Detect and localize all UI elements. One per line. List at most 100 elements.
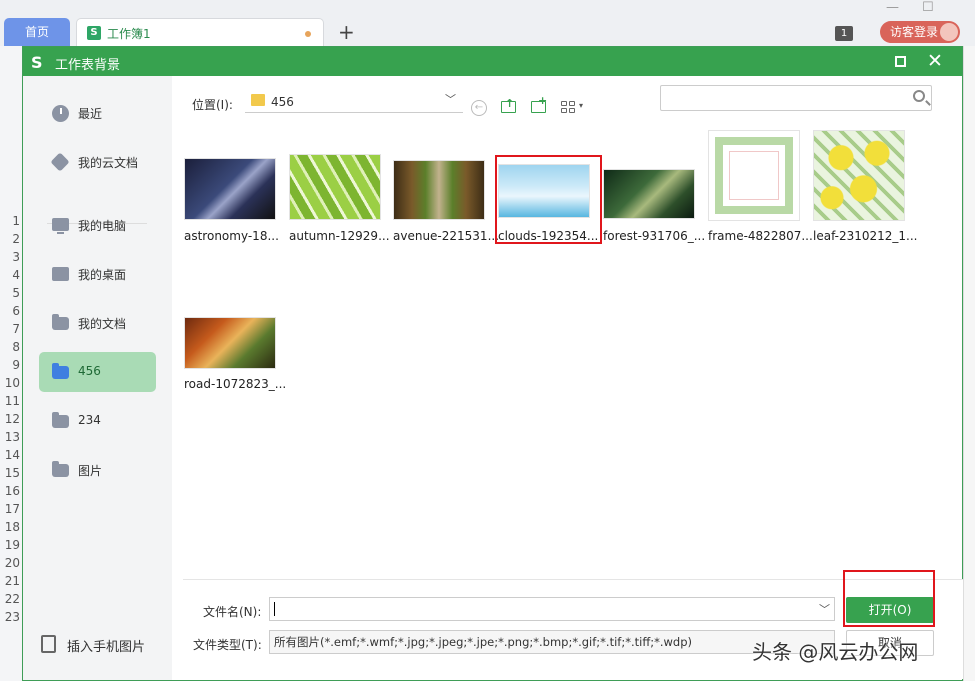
row-number[interactable]: 13 <box>0 428 22 446</box>
row-number[interactable]: 10 <box>0 374 22 392</box>
clock-icon <box>52 105 69 122</box>
row-number[interactable]: 18 <box>0 518 22 536</box>
row-number[interactable]: 7 <box>0 320 22 338</box>
notification-badge[interactable]: 1 <box>835 26 853 41</box>
file-thumbnail-leaf[interactable]: leaf-2310212_1... <box>813 130 918 260</box>
file-thumbnail-road[interactable]: road-1072823_... <box>184 297 286 407</box>
filename-input[interactable]: ﹀ <box>269 597 835 621</box>
row-number[interactable]: 17 <box>0 500 22 518</box>
sidebar-item-label: 234 <box>78 413 101 427</box>
guest-login-label: 访客登录 <box>890 25 939 39</box>
selection-highlight-clouds <box>495 155 602 244</box>
row-number[interactable]: 3 <box>0 248 22 266</box>
file-name: avenue-221531... <box>393 229 500 243</box>
file-thumbnail-astronomy[interactable]: astronomy-18... <box>184 150 280 260</box>
folder-icon <box>52 461 69 477</box>
row-number[interactable]: 14 <box>0 446 22 464</box>
location-value: 456 <box>271 95 294 109</box>
sidebar-item-cloud-docs[interactable]: 我的云文档 <box>39 142 156 182</box>
guest-login-button[interactable]: 访客登录 <box>880 21 960 43</box>
sidebar-item-pictures[interactable]: 图片 <box>39 450 156 490</box>
text-caret <box>274 602 275 616</box>
minimize-icon[interactable]: — <box>886 0 899 15</box>
row-number[interactable]: 11 <box>0 392 22 410</box>
sidebar-item-label: 我的电脑 <box>78 219 127 233</box>
filetype-label: 文件类型(T): <box>193 638 262 652</box>
grid-view-icon <box>561 101 575 113</box>
filename-label: 文件名(N): <box>203 605 262 619</box>
wps-logo-icon: S <box>31 53 43 72</box>
tab-workbook[interactable]: S 工作簿1 <box>76 18 324 46</box>
search-input[interactable] <box>660 85 932 111</box>
row-number[interactable]: 8 <box>0 338 22 356</box>
new-tab-button[interactable]: + <box>338 18 355 46</box>
chevron-down-icon[interactable]: ﹀ <box>819 601 830 617</box>
arrow-up-icon: ↑ <box>505 97 515 110</box>
location-dropdown[interactable]: 456 ﹀ <box>245 91 463 113</box>
filetype-select[interactable]: 所有图片(*.emf;*.wmf;*.jpg;*.jpeg;*.jpe;*.pn… <box>269 630 835 654</box>
image-preview <box>184 317 276 369</box>
row-number[interactable]: 5 <box>0 284 22 302</box>
back-button[interactable]: ← <box>471 100 487 116</box>
image-preview <box>603 169 695 219</box>
image-preview <box>813 130 905 221</box>
tab-home[interactable]: 首页 <box>4 18 70 46</box>
file-name: astronomy-18... <box>184 229 279 243</box>
tab-workbook-label: 工作簿1 <box>107 27 151 41</box>
computer-icon <box>52 218 69 234</box>
view-mode-button[interactable]: ▾ <box>559 97 583 117</box>
new-folder-button[interactable]: + <box>529 94 549 117</box>
row-number[interactable]: 2 <box>0 230 22 248</box>
file-thumbnail-avenue[interactable]: avenue-221531... <box>393 150 499 260</box>
file-name: road-1072823_... <box>184 377 287 391</box>
file-name: leaf-2310212_1... <box>813 229 918 243</box>
file-name: forest-931706_... <box>603 229 706 243</box>
row-number[interactable]: 6 <box>0 302 22 320</box>
row-number[interactable]: 20 <box>0 554 22 572</box>
desktop-icon <box>52 267 69 281</box>
open-button-highlight <box>843 570 935 627</box>
search-icon <box>913 90 925 102</box>
up-folder-button[interactable]: ↑ <box>499 97 519 117</box>
sidebar-item-label: 我的桌面 <box>78 268 127 282</box>
sidebar: 最近 我的云文档 我的电脑 我的桌面 我的文档 456 234 图片 插入手机图… <box>23 76 172 680</box>
maximize-icon[interactable] <box>895 56 906 67</box>
image-preview <box>708 130 800 221</box>
row-number[interactable]: 16 <box>0 482 22 500</box>
row-number[interactable]: 23 <box>0 608 22 626</box>
row-number[interactable]: 19 <box>0 536 22 554</box>
app-tabbar: 首页 S 工作簿1 + — ☐ 1 访客登录 <box>0 0 975 46</box>
sidebar-item-my-documents[interactable]: 我的文档 <box>39 303 156 343</box>
maximize-icon[interactable]: ☐ <box>922 0 934 15</box>
folder-icon <box>251 94 265 106</box>
row-number[interactable]: 1 <box>0 212 22 230</box>
row-number[interactable]: 21 <box>0 572 22 590</box>
row-number[interactable]: 22 <box>0 590 22 608</box>
sidebar-item-label: 我的文档 <box>78 317 127 331</box>
row-number[interactable]: 15 <box>0 464 22 482</box>
file-thumbnail-autumn[interactable]: autumn-12929... <box>289 150 390 260</box>
file-thumbnail-frame[interactable]: frame-4822807... <box>708 130 813 260</box>
cloud-cube-icon <box>50 152 70 172</box>
sidebar-item-234[interactable]: 234 <box>39 401 156 441</box>
sidebar-item-label: 图片 <box>78 464 103 478</box>
vertical-scrollbar[interactable] <box>963 46 975 681</box>
row-number[interactable]: 9 <box>0 356 22 374</box>
row-number[interactable]: 12 <box>0 410 22 428</box>
folder-icon <box>52 314 69 330</box>
file-thumbnail-forest[interactable]: forest-931706_... <box>603 150 705 260</box>
row-number[interactable]: 4 <box>0 266 22 284</box>
sidebar-item-recent[interactable]: 最近 <box>39 93 156 133</box>
folder-icon <box>52 412 69 428</box>
sidebar-item-desktop[interactable]: 我的桌面 <box>39 254 156 294</box>
plus-icon: + <box>538 94 548 107</box>
file-name: autumn-12929... <box>289 229 390 243</box>
sidebar-item-label: 我的云文档 <box>78 156 139 170</box>
insert-phone-image-button[interactable]: 插入手机图片 <box>39 631 169 661</box>
spreadsheet-icon: S <box>87 26 101 40</box>
chevron-down-icon: ﹀ <box>445 93 456 106</box>
sidebar-item-456[interactable]: 456 <box>39 352 156 392</box>
unsaved-dot-icon <box>305 31 311 37</box>
sidebar-item-my-computer[interactable]: 我的电脑 <box>39 205 156 245</box>
close-icon[interactable]: ✕ <box>927 50 943 72</box>
